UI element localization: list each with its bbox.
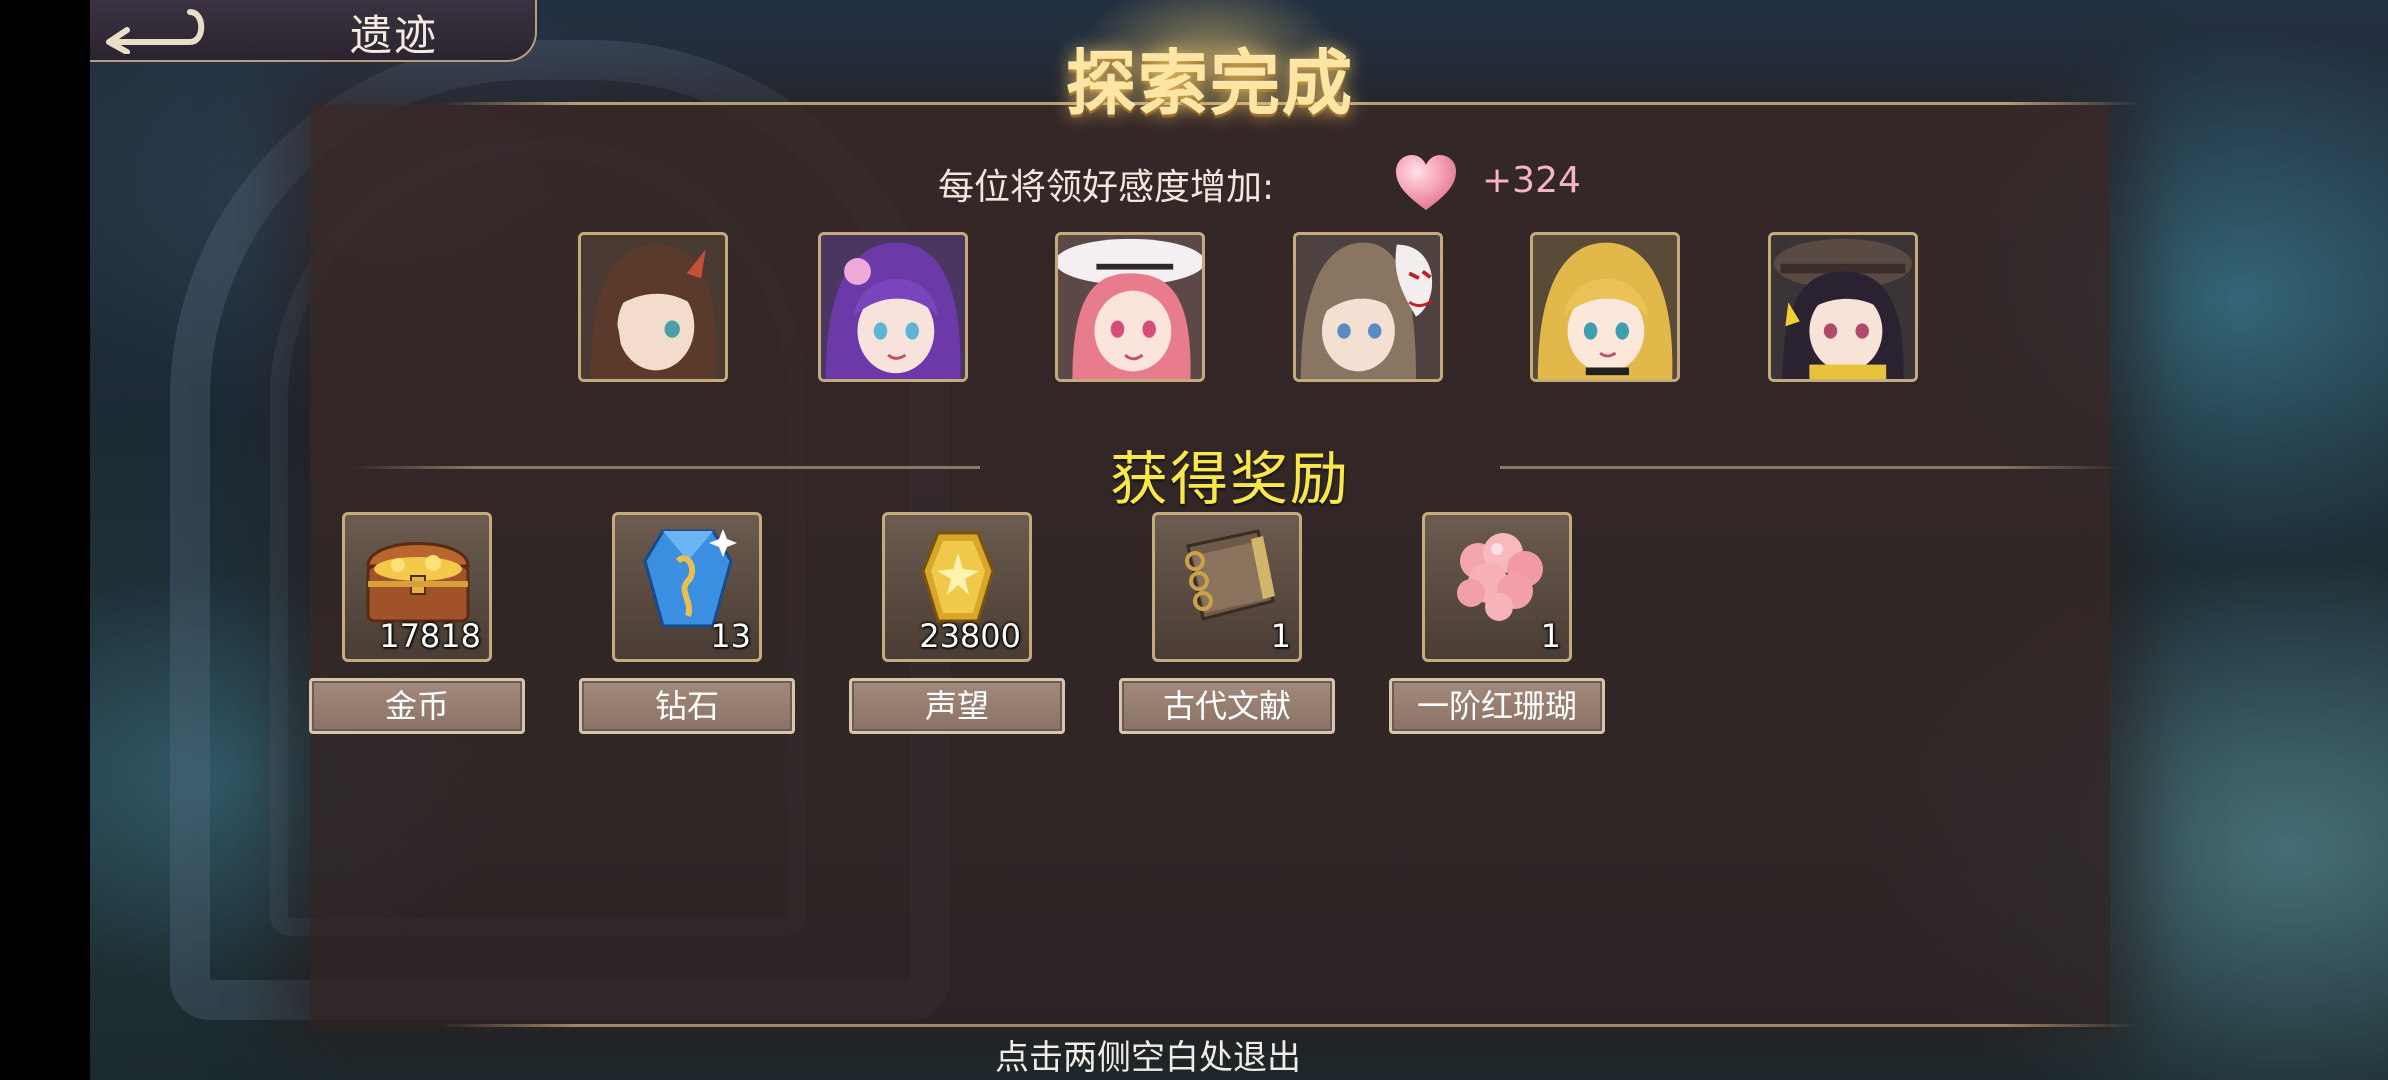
general-portrait-2[interactable] [818,232,968,382]
general-face-image [1533,235,1677,379]
general-portrait-3[interactable] [1055,232,1205,382]
reward-item-ancient-book[interactable]: 1 [1152,512,1302,662]
back-arrow-icon [106,9,205,55]
back-button[interactable] [95,4,205,55]
reward-count: 1 [1540,617,1561,655]
general-face-image [821,235,965,379]
general-portrait-1[interactable] [578,232,728,382]
general-face-image [1771,235,1915,379]
reward-count: 1 [1270,617,1291,655]
red-coral-icon [1457,533,1543,621]
reward-count: 13 [710,617,751,655]
reward-item-prestige[interactable]: 23800 [882,512,1032,662]
reward-label-red-coral[interactable]: 一阶红珊瑚 [1389,678,1605,734]
affection-label: 每位将领好感度增加: [938,167,1275,208]
left-black-bar [0,0,90,1080]
reward-item-gold[interactable]: 17818 [342,512,492,662]
reward-item-red-coral[interactable]: 1 [1422,512,1572,662]
rewards-title: 获得奖励 [1110,445,1351,513]
general-face-image [581,235,725,379]
general-portrait-6[interactable] [1768,232,1918,382]
general-portrait-5[interactable] [1530,232,1680,382]
general-face-image [1058,235,1202,379]
affection-value: +324 [1482,160,1581,201]
reward-label-prestige[interactable]: 声望 [849,678,1065,734]
rewards-divider-right [1500,466,2120,469]
rewards-divider-left [350,466,980,469]
reward-item-diamond[interactable]: 13 [612,512,762,662]
exploration-complete-title: 探索完成 [1066,42,1354,125]
general-portrait-4[interactable] [1293,232,1443,382]
reward-label-diamond[interactable]: 钻石 [579,678,795,734]
ancient-book-icon [1185,529,1275,621]
diamond-crystal-icon [643,529,737,628]
panel-bottom-border [440,1024,2140,1027]
reward-count: 23800 [919,617,1021,655]
heart-icon [1396,155,1456,210]
prestige-medal-icon [921,531,995,623]
reward-count: 17818 [379,617,481,655]
location-title: 遗迹 [350,11,439,60]
treasure-chest-icon [366,542,470,623]
exit-hint: 点击两侧空白处退出 [995,1038,1301,1078]
general-face-image [1296,235,1440,379]
reward-label-ancient-book[interactable]: 古代文献 [1119,678,1335,734]
reward-label-gold[interactable]: 金币 [309,678,525,734]
